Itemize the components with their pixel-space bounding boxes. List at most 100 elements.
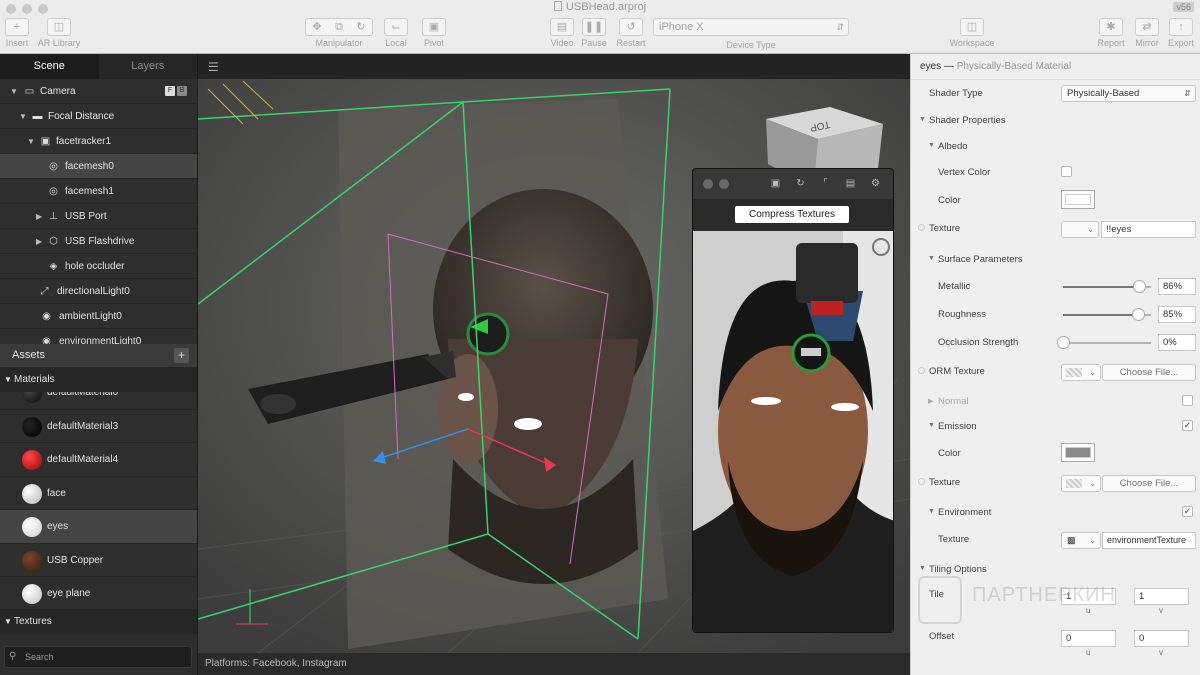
- front-camera-badge[interactable]: F: [165, 86, 175, 96]
- asset-search-input[interactable]: ⚲ Search: [4, 646, 192, 668]
- texture-link-dot[interactable]: [918, 367, 925, 374]
- slider-knob[interactable]: [1131, 308, 1145, 321]
- export-button[interactable]: ↑ Export: [1166, 18, 1196, 48]
- material-item[interactable]: defaultMaterial0: [0, 392, 197, 410]
- video-button[interactable]: ▤ Video: [549, 18, 575, 48]
- compress-icon[interactable]: ▣: [769, 177, 782, 190]
- roughness-slider[interactable]: [1063, 308, 1151, 321]
- workspace-button[interactable]: ◫ Workspace: [948, 18, 996, 48]
- tree-item-environment-light[interactable]: ◉ environmentLight0: [0, 329, 197, 344]
- hamburger-menu-icon[interactable]: ☰: [208, 60, 219, 74]
- scale-icon[interactable]: ⧉: [328, 19, 350, 35]
- occlusion-slider[interactable]: [1057, 336, 1151, 349]
- material-item[interactable]: defaultMaterial3: [0, 410, 197, 443]
- insert-button[interactable]: + Insert: [4, 18, 30, 48]
- environment-texture-select[interactable]: ▩ ⌄: [1061, 532, 1101, 549]
- preview-minimize-button[interactable]: [719, 179, 729, 189]
- albedo-color-swatch[interactable]: [1061, 190, 1095, 209]
- material-item[interactable]: defaultMaterial4: [0, 443, 197, 477]
- slider-knob[interactable]: [1132, 280, 1146, 293]
- material-item[interactable]: USB Copper: [0, 544, 197, 577]
- tab-scene[interactable]: Scene: [0, 54, 99, 79]
- albedo-texture-select[interactable]: ⌄: [1061, 221, 1099, 238]
- local-button[interactable]: ⌙ Local: [383, 18, 409, 48]
- u-label: u: [1086, 606, 1091, 615]
- material-item[interactable]: face: [0, 477, 197, 510]
- emission-checkbox[interactable]: ✓: [1182, 420, 1193, 431]
- expand-arrow-icon[interactable]: ▼: [10, 79, 18, 104]
- tree-item-usb-port[interactable]: ▶ ⊥ USB Port: [0, 204, 197, 229]
- offset-v-input[interactable]: 0: [1134, 630, 1189, 647]
- tree-item-focal-distance[interactable]: ▼ ▬ Focal Distance: [0, 104, 197, 129]
- environment-texture-row: Texture ▩ ⌄ environmentTexture: [911, 530, 1200, 552]
- environment-texture-name[interactable]: environmentTexture: [1102, 532, 1196, 549]
- metallic-value[interactable]: 86%: [1158, 278, 1196, 295]
- tree-item-facemesh0[interactable]: ◎ facemesh0: [0, 154, 197, 179]
- back-camera-badge[interactable]: B: [177, 86, 187, 96]
- compress-textures-button[interactable]: Compress Textures: [735, 206, 849, 223]
- tree-item-hole-occluder[interactable]: ◈ hole occluder: [0, 254, 197, 279]
- expand-arrow-icon[interactable]: ▶: [36, 204, 44, 229]
- emission-header[interactable]: ▼ Emission ✓: [911, 418, 1200, 438]
- refresh-icon[interactable]: ↻: [794, 177, 807, 190]
- mirror-button[interactable]: ⇄ Mirror: [1132, 18, 1162, 48]
- fit-icon[interactable]: ▤: [844, 177, 857, 190]
- orm-texture-row: ORM Texture ⌄ Choose File...: [911, 362, 1200, 384]
- environment-checkbox[interactable]: ✓: [1182, 506, 1193, 517]
- orm-texture-select[interactable]: ⌄: [1061, 364, 1101, 381]
- surface-parameters-header[interactable]: ▼ Surface Parameters: [911, 251, 1200, 271]
- expand-arrow-icon[interactable]: ▼: [27, 129, 35, 154]
- ar-library-button[interactable]: ◫ AR Library: [36, 18, 82, 48]
- emission-choose-file-button[interactable]: Choose File...: [1102, 475, 1196, 492]
- rotate-icon[interactable]: ↻: [350, 19, 372, 35]
- restart-button[interactable]: ↺ Restart: [614, 18, 648, 48]
- metallic-slider[interactable]: [1063, 280, 1151, 293]
- albedo-texture-name[interactable]: !!eyes: [1101, 221, 1196, 238]
- tree-item-usb-flashdrive[interactable]: ▶ ⬡ USB Flashdrive: [0, 229, 197, 254]
- tree-item-directional-light[interactable]: ⤢ directionalLight0: [0, 279, 197, 304]
- vertex-color-checkbox[interactable]: [1061, 166, 1072, 177]
- normal-header[interactable]: ▶ Normal: [911, 393, 1200, 413]
- shader-type-select[interactable]: Physically-Based ⇵: [1061, 85, 1196, 102]
- texture-link-dot[interactable]: [918, 224, 925, 231]
- textures-section-header[interactable]: ▼ Textures: [0, 609, 197, 634]
- albedo-header[interactable]: ▼ Albedo: [911, 138, 1200, 158]
- albedo-texture-row: Texture ⌄ !!eyes: [911, 220, 1200, 240]
- move-icon[interactable]: ✥: [306, 19, 328, 35]
- settings-gear-icon[interactable]: ⚙: [869, 177, 882, 190]
- camera-preview: [693, 231, 893, 632]
- device-type-select[interactable]: iPhone X ⇵: [653, 18, 849, 36]
- resize-icon[interactable]: ⌜: [819, 177, 832, 190]
- normal-checkbox[interactable]: [1182, 395, 1193, 406]
- focal-distance-icon: ▬: [32, 111, 43, 122]
- tree-item-facetracker[interactable]: ▼ ▣ facetracker1: [0, 129, 197, 154]
- report-button[interactable]: ✱ Report: [1096, 18, 1126, 48]
- add-asset-button[interactable]: +: [174, 348, 189, 363]
- material-swatch: [22, 550, 42, 571]
- expand-arrow-icon[interactable]: ▶: [36, 229, 44, 254]
- preview-close-button[interactable]: [703, 179, 713, 189]
- emission-color-swatch[interactable]: [1061, 443, 1095, 462]
- tile-v-input[interactable]: 1: [1134, 588, 1189, 605]
- pivot-button[interactable]: ▣ Pivot: [421, 18, 447, 48]
- expand-arrow-icon[interactable]: ▼: [19, 104, 27, 129]
- offset-u-input[interactable]: 0: [1061, 630, 1116, 647]
- tab-layers[interactable]: Layers: [99, 54, 198, 79]
- tree-item-facemesh1[interactable]: ◎ facemesh1: [0, 179, 197, 204]
- tree-item-ambient-light[interactable]: ◉ ambientLight0: [0, 304, 197, 329]
- materials-section-header[interactable]: ▼ Materials: [0, 367, 197, 392]
- export-icon: ↑: [1178, 21, 1184, 33]
- shader-properties-header[interactable]: ▼ Shader Properties: [911, 112, 1200, 132]
- environment-header[interactable]: ▼ Environment ✓: [911, 504, 1200, 524]
- roughness-value[interactable]: 85%: [1158, 306, 1196, 323]
- tree-item-camera[interactable]: ▼ ▭ Camera FB: [0, 79, 197, 104]
- material-item[interactable]: eyes: [0, 510, 197, 544]
- occlusion-value[interactable]: 0%: [1158, 334, 1196, 351]
- texture-link-dot[interactable]: [918, 478, 925, 485]
- pause-button[interactable]: ❚❚ Pause: [581, 18, 607, 48]
- material-item[interactable]: eye plane: [0, 577, 197, 609]
- emission-texture-select[interactable]: ⌄: [1061, 475, 1101, 492]
- device-preview-window[interactable]: ▣ ↻ ⌜ ▤ ⚙ Compress Textures: [692, 168, 894, 633]
- slider-knob[interactable]: [1057, 336, 1070, 349]
- orm-choose-file-button[interactable]: Choose File...: [1102, 364, 1196, 381]
